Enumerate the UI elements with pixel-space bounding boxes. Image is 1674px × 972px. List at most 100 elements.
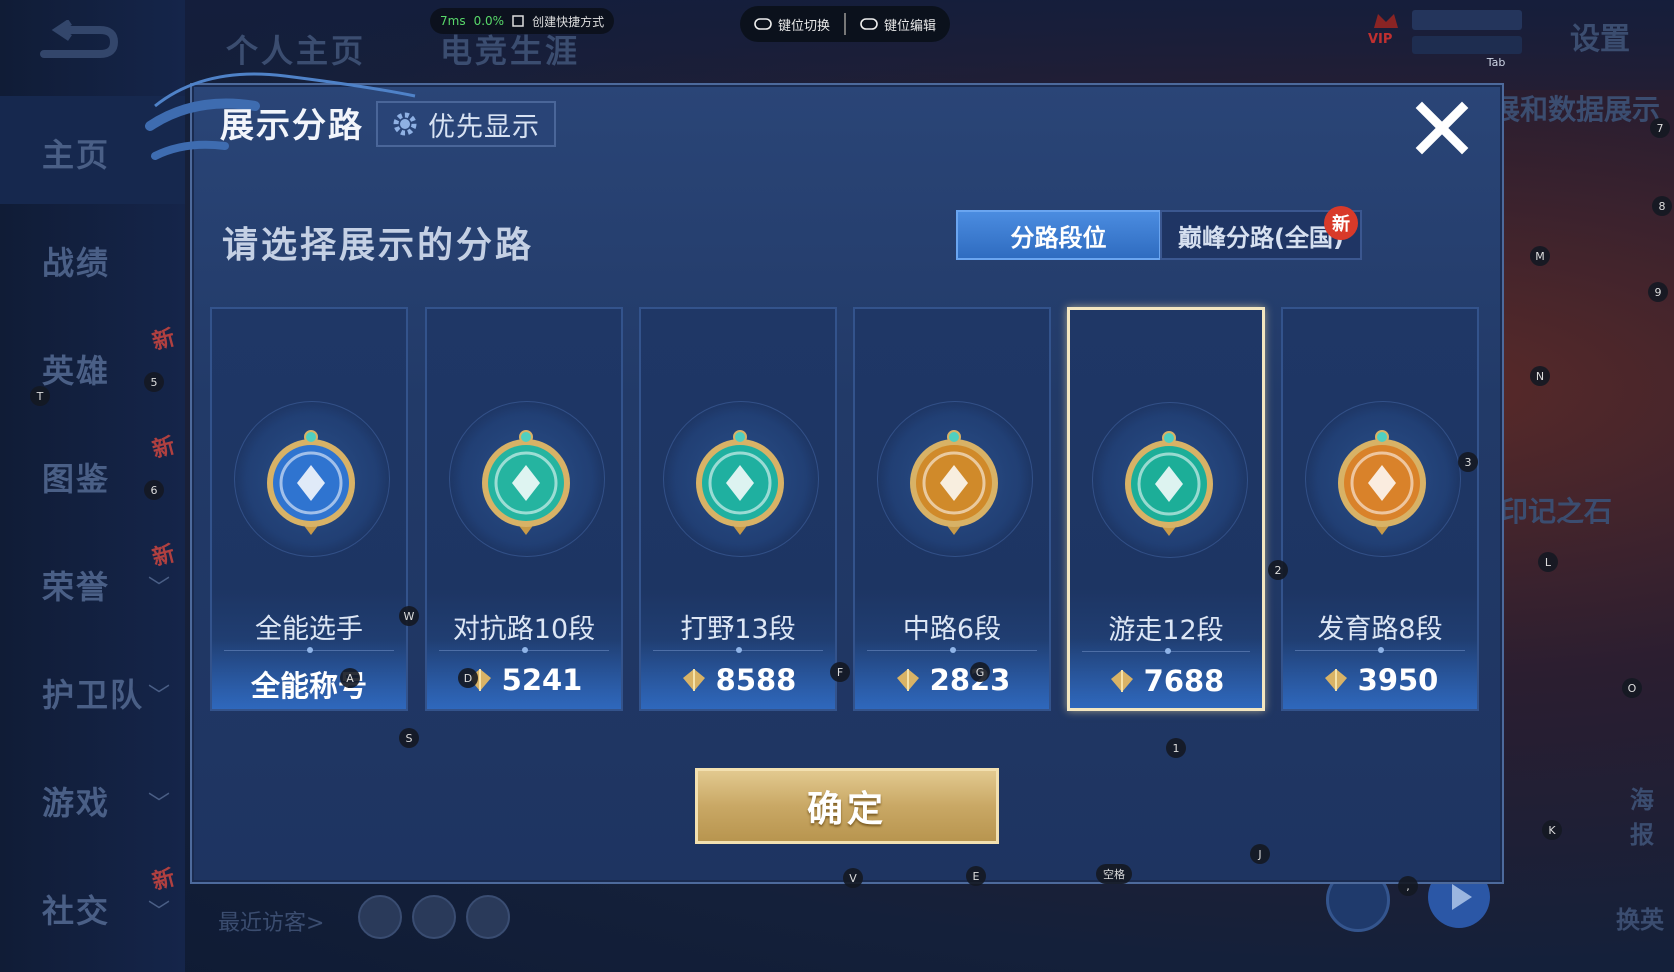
key-switch-button[interactable]: 键位切换 (740, 15, 844, 34)
sidebar-item-label: 主页 (42, 136, 111, 174)
create-shortcut-button[interactable]: 创建快捷方式 (532, 13, 604, 30)
recent-visitors-label[interactable]: 最近访客> (218, 905, 324, 937)
key-hint: K (1542, 820, 1562, 840)
roam-emblem-icon (1125, 431, 1213, 536)
sidebar-item-label: 图鉴 (42, 460, 111, 498)
confirm-button[interactable]: 确定 (695, 768, 999, 844)
diamond-icon (1324, 669, 1347, 691)
new-badge: 新 (149, 865, 178, 896)
key-hint: 1 (1166, 738, 1186, 758)
poster-label[interactable]: 海报 (1630, 780, 1674, 850)
tab-route-rank[interactable]: 分路段位 (956, 210, 1161, 260)
key-hint: O (1622, 678, 1642, 698)
key-hint: E (966, 866, 986, 886)
diamond-icon (1110, 670, 1133, 692)
sidebar-item-label: 战绩 (42, 244, 111, 282)
sidebar-item[interactable]: 游戏 ﹀ (0, 744, 185, 852)
diamond-icon (896, 669, 919, 691)
performance-bar: 7ms 0.0% 创建快捷方式 (430, 8, 615, 34)
route-name: 发育路8段 (1317, 614, 1443, 645)
sidebar-item-label: 英雄 (42, 352, 111, 390)
notice-bar-1 (1412, 10, 1522, 30)
key-hint: F (830, 662, 850, 682)
gamepad-icon (754, 18, 772, 30)
select-route-heading: 请选择展示的分路 (222, 225, 535, 266)
key-hint: Tab (1486, 55, 1506, 69)
sidebar-item[interactable]: 英雄 新 (0, 312, 185, 420)
sidebar-item[interactable]: 护卫队 ﹀ (0, 636, 185, 744)
key-hint: D (458, 668, 478, 688)
route-score-value: 3950 (1357, 663, 1439, 697)
change-hero-label[interactable]: 换英 (1616, 900, 1664, 935)
priority-display-label: 优先显示 (428, 111, 540, 143)
close-icon[interactable] (1412, 98, 1472, 158)
route-score-value: 7688 (1143, 664, 1225, 698)
sidebar-item[interactable]: 图鉴 新 (0, 420, 185, 528)
route-score: 5241 (427, 663, 621, 697)
new-badge: 新 (1324, 206, 1358, 240)
key-hint: 5 (144, 372, 164, 392)
route-card[interactable]: 游走12段 7688 (1067, 307, 1265, 711)
cpu-value: 0.0% (473, 14, 505, 28)
key-hint: , (1398, 876, 1418, 896)
route-name: 打野13段 (680, 614, 796, 645)
route-score-value: 8588 (715, 663, 797, 697)
dialog-title: 展示分路 (220, 106, 364, 146)
sidebar-item-label: 护卫队 (42, 676, 145, 714)
divider-dot (950, 647, 956, 653)
key-hint: 8 (1652, 196, 1672, 216)
key-edit-button[interactable]: 键位编辑 (846, 15, 950, 34)
mark-stone-label[interactable]: 印记之石 (1500, 490, 1612, 530)
key-hint: 3 (1458, 452, 1478, 472)
key-hint: W (399, 606, 419, 626)
divider-dot (736, 647, 742, 653)
all-round-emblem-icon (267, 430, 355, 535)
mid-lane-emblem-icon (910, 430, 998, 535)
chevron-down-icon: ﹀ (148, 900, 171, 925)
vip-badge[interactable]: VIP (1360, 8, 1412, 50)
chevron-down-icon: ﹀ (148, 684, 171, 709)
jungle-emblem-icon (696, 430, 784, 535)
route-card[interactable]: 中路6段 2823 (853, 307, 1051, 711)
route-card[interactable]: 发育路8段 3950 (1281, 307, 1479, 711)
key-hint: S (399, 728, 419, 748)
tab-peak-route[interactable]: 巅峰分路(全国) 新 (1160, 206, 1362, 260)
route-score: 2823 (855, 663, 1049, 697)
priority-display-button[interactable]: 优先显示 (376, 101, 556, 147)
visitor-avatar[interactable] (358, 895, 402, 939)
latency-value: 7ms (440, 14, 466, 28)
route-score: 8588 (641, 663, 835, 697)
new-badge: 新 (149, 541, 178, 572)
route-card[interactable]: 全能选手 全能称号 (210, 307, 408, 711)
key-hint: J (1250, 844, 1270, 864)
sidebar-item-label: 荣誉 (42, 568, 111, 606)
visitor-avatar[interactable] (466, 895, 510, 939)
key-hint: T (30, 386, 50, 406)
shortcut-icon (512, 15, 524, 27)
key-hint: A (340, 668, 360, 688)
gear-icon (393, 112, 417, 136)
back-arrow-icon[interactable] (34, 20, 120, 68)
route-score: 7688 (1070, 664, 1262, 698)
key-hint: 空格 (1096, 864, 1132, 884)
route-card[interactable]: 对抗路10段 5241 (425, 307, 623, 711)
sidebar-item[interactable]: 战绩 (0, 204, 185, 312)
key-mapping-bar: 键位切换 键位编辑 (740, 6, 950, 42)
key-hint: G (970, 662, 990, 682)
key-hint: N (1530, 366, 1550, 386)
route-name: 游走12段 (1108, 615, 1224, 646)
diamond-icon (682, 669, 705, 691)
key-hint: M (1530, 246, 1550, 266)
sidebar-item[interactable]: 社交 ﹀ 新 (0, 852, 185, 960)
visitor-avatar[interactable] (412, 895, 456, 939)
key-hint: 7 (1650, 118, 1670, 138)
sidebar-item[interactable]: 荣誉 ﹀ 新 (0, 528, 185, 636)
settings-button[interactable]: 设置 (1570, 14, 1630, 58)
route-card[interactable]: 打野13段 8588 (639, 307, 837, 711)
key-hint: 2 (1268, 560, 1288, 580)
divider-dot (307, 647, 313, 653)
route-score: 全能称号 (212, 663, 406, 705)
key-edit-label: 键位编辑 (884, 18, 937, 34)
sidebar-item-label: 社交 (42, 892, 111, 930)
route-name: 中路6段 (902, 614, 1002, 645)
